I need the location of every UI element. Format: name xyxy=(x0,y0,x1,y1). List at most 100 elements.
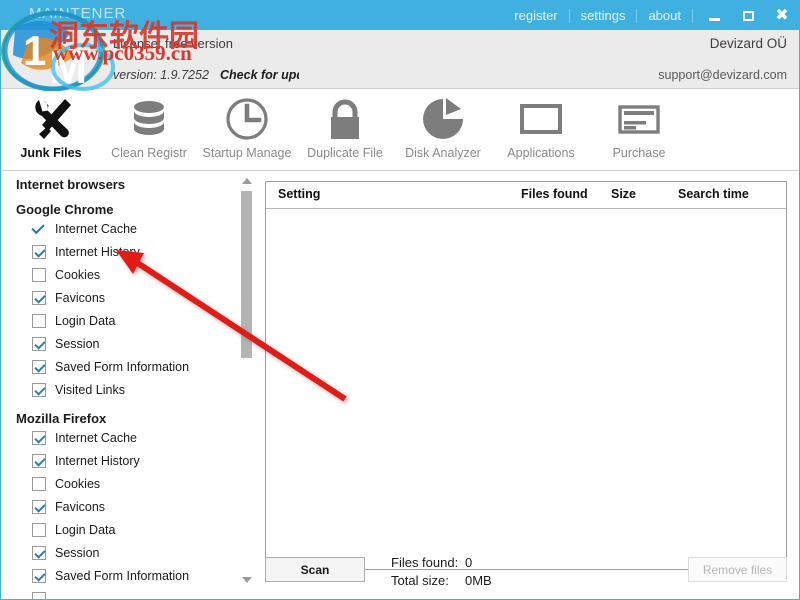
toolbar-item-duplicate-files[interactable]: Duplicate File xyxy=(296,89,394,170)
toolbar-item-clean-registry[interactable]: Clean Registr xyxy=(100,89,198,170)
option-label: Session xyxy=(55,545,100,560)
minimize-icon xyxy=(708,17,720,21)
scroll-up-button[interactable] xyxy=(239,173,254,188)
files-found-label: Files found: xyxy=(391,555,459,570)
checkbox[interactable] xyxy=(32,313,46,328)
group-title-google-chrome: Google Chrome xyxy=(16,202,114,217)
option-row[interactable]: Session xyxy=(2,541,254,564)
checkbox[interactable] xyxy=(32,522,46,537)
checkbox[interactable] xyxy=(32,453,46,468)
chrome-option-list: Internet Cache Internet History Cookies Fav… xyxy=(2,217,254,401)
link-register[interactable]: register xyxy=(503,1,568,30)
option-label: Visited Links xyxy=(55,382,125,397)
scan-button[interactable]: Scan xyxy=(265,557,365,582)
column-header-files-found: Files found xyxy=(521,187,588,201)
titlebar-links: register settings about xyxy=(503,1,693,30)
toolbar-label: Startup Manage xyxy=(202,146,292,160)
option-row[interactable]: Session xyxy=(2,332,254,355)
chevron-up-icon xyxy=(241,177,252,184)
browser-options-panel[interactable]: Internet browsers Google Chrome Internet… xyxy=(2,171,254,599)
checkbox[interactable] xyxy=(32,591,46,599)
lock-icon xyxy=(321,95,369,143)
window-controls: ✖ xyxy=(697,1,799,30)
titlebar-divider xyxy=(692,8,693,23)
link-about[interactable]: about xyxy=(637,1,692,30)
option-row[interactable]: Saved Form Information xyxy=(2,564,254,587)
company-label: Devizard OÜ xyxy=(709,36,787,51)
option-label: Saved Form Information xyxy=(55,359,190,374)
scroll-down-button[interactable] xyxy=(239,572,254,587)
option-label: Internet History xyxy=(55,244,140,259)
checkbox[interactable] xyxy=(32,244,46,259)
option-label: Session xyxy=(55,336,100,351)
checkbox[interactable] xyxy=(32,222,46,236)
option-row-partial[interactable] xyxy=(2,587,254,599)
option-row[interactable]: Saved Form Information xyxy=(2,355,254,378)
scrollbar-thumb[interactable] xyxy=(241,191,252,358)
toolbar-item-purchase[interactable]: Purchase xyxy=(590,89,688,170)
option-label: Favicons xyxy=(55,499,106,514)
main-toolbar: Junk Files Clean Registr Startup Manage … xyxy=(2,89,799,171)
maximize-icon xyxy=(742,10,754,21)
option-row[interactable]: Internet History xyxy=(2,449,254,472)
option-label: Login Data xyxy=(55,313,116,328)
total-size-status: Total size: 0MB xyxy=(391,573,492,588)
option-row[interactable]: Internet Cache xyxy=(2,217,254,240)
clock-icon xyxy=(223,95,271,143)
support-email-label: support@devizard.com xyxy=(658,68,787,82)
checkbox[interactable] xyxy=(32,476,46,491)
toolbar-label: Purchase xyxy=(612,146,666,160)
checkbox[interactable] xyxy=(32,382,46,397)
toolbar-label: Applications xyxy=(507,146,575,160)
minimize-button[interactable] xyxy=(697,1,731,30)
checkbox[interactable] xyxy=(32,290,46,305)
toolbar-label: Disk Analyzer xyxy=(405,146,481,160)
option-row[interactable]: Favicons xyxy=(2,495,254,518)
check-for-update-link[interactable]: Check for update xyxy=(220,68,299,82)
toolbar-label: Junk Files xyxy=(20,146,82,160)
maximize-button[interactable] xyxy=(731,1,765,30)
checkbox[interactable] xyxy=(32,545,46,560)
checkbox[interactable] xyxy=(32,499,46,514)
checkbox[interactable] xyxy=(32,267,46,282)
option-row[interactable]: Favicons xyxy=(2,286,254,309)
column-header-search-time: Search time xyxy=(678,187,749,201)
option-label: Login Data xyxy=(55,522,116,537)
database-icon xyxy=(125,95,173,143)
option-label: Internet Cache xyxy=(55,221,137,236)
checkbox[interactable] xyxy=(32,359,46,374)
sidebar-scrollbar[interactable] xyxy=(239,173,254,599)
close-button[interactable]: ✖ xyxy=(765,1,799,30)
application-window: MAINTENER register settings about ✖ Lice… xyxy=(0,0,800,600)
toolbar-label: Clean Registr xyxy=(111,146,187,160)
option-row[interactable]: Internet History xyxy=(2,240,254,263)
app-logo-text: MAINTENER xyxy=(29,5,127,22)
option-row[interactable]: Visited Links xyxy=(2,378,254,401)
remove-files-button[interactable]: Remove files xyxy=(688,557,787,582)
files-found-value: 0 xyxy=(465,555,473,570)
info-band: License: free version version: 1.9.7252 … xyxy=(1,30,799,89)
results-table-body[interactable] xyxy=(266,209,786,569)
option-label: Cookies xyxy=(55,267,101,282)
credit-card-icon xyxy=(615,95,663,143)
pie-chart-icon xyxy=(419,95,467,143)
option-row[interactable]: Login Data xyxy=(2,518,254,541)
checkbox[interactable] xyxy=(32,430,46,445)
license-label: License: free version xyxy=(113,36,233,51)
toolbar-item-disk-analyzer[interactable]: Disk Analyzer xyxy=(394,89,492,170)
section-title-internet-browsers: Internet browsers xyxy=(16,177,126,192)
option-row[interactable]: Internet Cache xyxy=(2,426,254,449)
toolbar-item-junk-files[interactable]: Junk Files xyxy=(2,89,100,170)
option-row[interactable]: Login Data xyxy=(2,309,254,332)
checkbox[interactable] xyxy=(32,568,46,583)
option-label: Internet Cache xyxy=(55,430,137,445)
firefox-option-list: Internet Cache Internet History Cookies Fav… xyxy=(2,426,254,587)
link-settings[interactable]: settings xyxy=(570,1,637,30)
toolbar-item-applications[interactable]: Applications xyxy=(492,89,590,170)
group-title-mozilla-firefox: Mozilla Firefox xyxy=(16,411,107,426)
chevron-down-icon xyxy=(241,576,252,583)
checkbox[interactable] xyxy=(32,336,46,351)
option-row[interactable]: Cookies xyxy=(2,263,254,286)
option-row[interactable]: Cookies xyxy=(2,472,254,495)
toolbar-item-startup-manager[interactable]: Startup Manage xyxy=(198,89,296,170)
